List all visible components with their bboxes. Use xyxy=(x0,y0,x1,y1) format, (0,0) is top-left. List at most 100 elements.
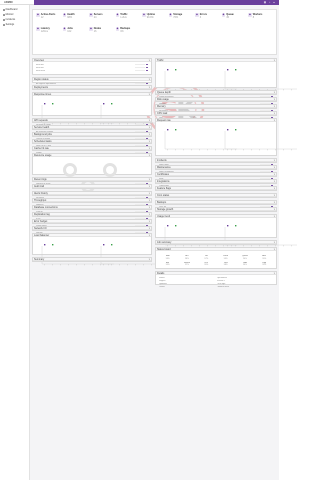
legend-swatch xyxy=(175,129,177,131)
summary-tile[interactable]: ◆ Workers 8 xyxy=(248,13,270,24)
summary-tile[interactable]: ◆ Storage 76% xyxy=(168,13,191,24)
user-icon[interactable]: ● xyxy=(273,1,276,4)
panel-audit-trail: Audit trail ▾ xyxy=(32,184,152,189)
collapse-icon[interactable]: ▾ xyxy=(274,159,275,162)
summary-tile[interactable]: ◆ Latency 120ms xyxy=(36,27,58,38)
panel-disk-usage: Disk usage ▾Normal xyxy=(155,97,277,105)
collapse-icon[interactable]: ▾ xyxy=(274,119,275,122)
chart-axes xyxy=(224,131,297,150)
status-cell[interactable]: Queue 96% xyxy=(236,255,253,260)
status-cell[interactable]: DB 97% xyxy=(198,255,215,260)
row-toggle[interactable] xyxy=(146,69,148,72)
summary-tile[interactable]: ◆ Backups OK xyxy=(115,27,138,38)
disk-icon: ◆ xyxy=(168,13,173,17)
collapse-icon[interactable]: ▾ xyxy=(149,227,150,230)
collapse-icon[interactable]: ▾ xyxy=(149,234,150,237)
status-cell[interactable]: Mail 95% xyxy=(159,262,176,267)
sidebar-item-settings[interactable]: Settings xyxy=(3,23,29,27)
collapse-icon[interactable]: ▾ xyxy=(149,199,150,202)
panel-body: Within threshold xyxy=(156,94,276,98)
summary-tile[interactable]: ◆ Traffic 1.2k/s xyxy=(115,13,138,24)
collapse-icon[interactable]: ▾ xyxy=(149,59,150,62)
collapse-icon[interactable]: ▾ xyxy=(149,147,150,150)
x-tick xyxy=(119,264,120,266)
collapse-icon[interactable]: ▾ xyxy=(274,180,275,183)
collapse-icon[interactable]: ▾ xyxy=(149,93,150,96)
summary-tile[interactable]: ◆ Servers 24 xyxy=(89,13,111,24)
x-tick xyxy=(167,149,168,151)
collapse-icon[interactable]: ▾ xyxy=(274,194,275,197)
panel-title: Load balancer xyxy=(34,233,50,237)
collapse-icon[interactable]: ▾ xyxy=(274,173,275,176)
grid-icon[interactable]: ▦ xyxy=(264,1,267,4)
summary-tile-value: 3 xyxy=(199,16,202,20)
panel-resource-usage: Resource usage ▾ xyxy=(32,153,152,194)
summary-tile[interactable]: ◆ Uptime 99.9% xyxy=(142,13,164,24)
collapse-icon[interactable]: ▾ xyxy=(149,140,150,143)
panel-body: Status Operational Region us-east-1 Updated 2… xyxy=(156,275,276,289)
row-toggle[interactable] xyxy=(146,63,148,66)
bell-icon[interactable]: ♪ xyxy=(269,1,271,4)
collapse-icon[interactable]: ▾ xyxy=(274,98,275,101)
collapse-icon[interactable]: ▾ xyxy=(149,178,150,181)
alert-icon xyxy=(3,18,5,21)
collapse-icon[interactable]: ▾ xyxy=(274,187,275,190)
summary-tile[interactable]: ◆ Jobs 102 xyxy=(62,27,85,38)
status-cell[interactable]: API 98% xyxy=(178,255,195,260)
panel-row[interactable]: Item three xyxy=(36,69,148,72)
x-tick xyxy=(135,264,136,266)
status-cell[interactable]: Web 99% xyxy=(159,255,176,260)
timer-icon: ◆ xyxy=(36,27,40,31)
panel-title: Job summary xyxy=(157,240,172,244)
status-cell[interactable]: Auth 99% xyxy=(256,255,273,260)
collapse-icon[interactable]: ▾ xyxy=(149,258,150,261)
panel-summary: Summary ▾ xyxy=(32,257,152,262)
summary-tile[interactable]: ◆ Active Alerts 12 xyxy=(36,13,58,24)
collapse-icon[interactable]: ▾ xyxy=(149,192,150,195)
collapse-icon[interactable]: ▾ xyxy=(149,154,150,157)
summary-tile[interactable]: ◆ Queue 45 xyxy=(221,13,244,24)
status-cell[interactable]: Search 97% xyxy=(178,262,195,267)
collapse-icon[interactable]: ▾ xyxy=(149,119,150,122)
app-logo[interactable]: ADMIN xyxy=(4,1,13,4)
collapse-icon[interactable]: ▾ xyxy=(274,248,275,251)
status-cell[interactable]: CDN 99% xyxy=(198,262,215,267)
sidebar-item-incidents[interactable]: Incidents xyxy=(3,18,29,22)
legend-swatch xyxy=(44,244,46,246)
collapse-icon[interactable]: ▾ xyxy=(274,105,275,108)
row-toggle[interactable] xyxy=(146,66,148,69)
collapse-icon[interactable]: ▾ xyxy=(274,59,275,62)
summary-tile[interactable]: ◆ Nodes 16 xyxy=(89,27,111,38)
job-icon: ◆ xyxy=(62,27,67,31)
summary-tile-text: Nodes 16 xyxy=(94,27,101,38)
collapse-icon[interactable]: ▾ xyxy=(149,206,150,209)
status-cell[interactable]: Jobs 96% xyxy=(236,262,253,267)
status-cell[interactable]: Cache 99% xyxy=(217,255,234,260)
collapse-icon[interactable]: ▾ xyxy=(149,78,150,81)
status-cell[interactable]: Files 98% xyxy=(217,262,234,267)
collapse-icon[interactable]: ▾ xyxy=(149,126,150,129)
x-tick xyxy=(92,264,93,266)
sidebar-item-dashboard[interactable]: Dashboard xyxy=(3,8,29,12)
sidebar: Dashboard Monitor Incidents Settings xyxy=(0,5,30,480)
collapse-icon[interactable]: ▾ xyxy=(149,220,150,223)
collapse-icon[interactable]: ▾ xyxy=(274,91,275,94)
summary-tile[interactable]: ◆ Health 98% xyxy=(62,13,85,24)
summary-tile[interactable]: ◆ Errors 3 xyxy=(195,13,217,24)
user-icon: ◆ xyxy=(248,13,252,17)
collapse-icon[interactable]: ▾ xyxy=(274,241,275,244)
collapse-icon[interactable]: ▾ xyxy=(274,201,275,204)
status-cell[interactable]: Logs 99% xyxy=(256,262,273,267)
collapse-icon[interactable]: ▾ xyxy=(149,133,150,136)
collapse-icon[interactable]: ▾ xyxy=(149,86,150,89)
collapse-icon[interactable]: ▾ xyxy=(274,215,275,218)
collapse-icon[interactable]: ▾ xyxy=(274,166,275,169)
collapse-icon[interactable]: ▾ xyxy=(274,208,275,211)
collapse-icon[interactable]: ▾ xyxy=(149,185,150,188)
sidebar-item-monitor[interactable]: Monitor xyxy=(3,13,29,17)
panel-title: Storage growth xyxy=(157,207,174,211)
collapse-icon[interactable]: ▾ xyxy=(274,112,275,115)
collapse-icon[interactable]: ▾ xyxy=(274,272,275,275)
detail-key: Owner xyxy=(159,286,165,289)
collapse-icon[interactable]: ▾ xyxy=(149,213,150,216)
